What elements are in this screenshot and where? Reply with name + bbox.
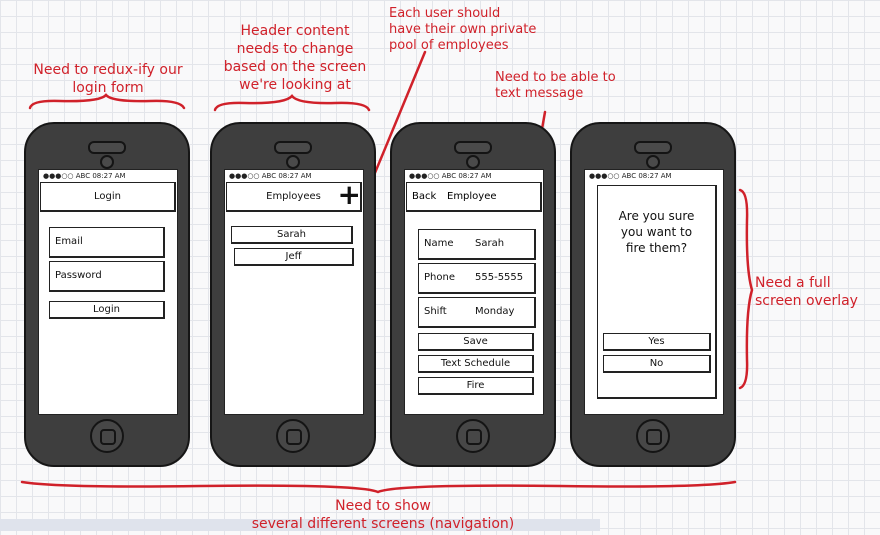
password-field[interactable]: Password bbox=[49, 261, 165, 292]
confirm-message: Are you sure you want to fire them? bbox=[618, 209, 695, 255]
status-bar: ●●●○○ ABC 08:27 AM bbox=[43, 172, 126, 180]
annotation-redux: Need to redux-ify our login form bbox=[33, 62, 183, 96]
brace-overlay bbox=[738, 188, 754, 390]
annotation-overlay: Need a full screen overlay bbox=[755, 275, 858, 309]
speaker bbox=[634, 141, 672, 154]
name-field[interactable]: Name Sarah bbox=[418, 229, 536, 260]
brace-navigation bbox=[20, 480, 737, 494]
annotation-pool: Each user should have their own private po… bbox=[389, 6, 537, 53]
phone-field[interactable]: Phone 555-5555 bbox=[418, 263, 536, 294]
phone-login: ●●●○○ ABC 08:27 AM Login Email Password … bbox=[24, 122, 190, 467]
header-login: Login bbox=[40, 182, 176, 212]
brace-employees bbox=[213, 94, 371, 112]
no-button[interactable]: No bbox=[603, 355, 711, 373]
list-item[interactable]: Jeff bbox=[234, 248, 354, 266]
header-employee: Back Employee bbox=[406, 182, 542, 212]
header-title: Employee bbox=[447, 191, 497, 202]
field-value: Monday bbox=[475, 306, 515, 317]
camera bbox=[646, 155, 660, 169]
back-button[interactable]: Back bbox=[412, 183, 436, 210]
plus-icon[interactable]: + bbox=[338, 180, 361, 210]
status-bar: ●●●○○ ABC 08:27 AM bbox=[409, 172, 492, 180]
home-button[interactable] bbox=[90, 419, 124, 453]
field-value: 555-5555 bbox=[475, 272, 524, 283]
header-employees: Employees + bbox=[226, 180, 362, 212]
field-label: Shift bbox=[424, 306, 447, 317]
home-button[interactable] bbox=[456, 419, 490, 453]
text-schedule-button[interactable]: Text Schedule bbox=[418, 355, 534, 373]
list-item[interactable]: Sarah bbox=[231, 226, 353, 244]
field-label: Name bbox=[424, 238, 454, 249]
home-button[interactable] bbox=[636, 419, 670, 453]
screen-confirm-overlay: ●●●○○ ABC 08:27 AM Are you sure you want… bbox=[584, 169, 724, 415]
status-bar: ●●●○○ ABC 08:27 AM bbox=[589, 172, 672, 180]
yes-button[interactable]: Yes bbox=[603, 333, 711, 351]
speaker bbox=[274, 141, 312, 154]
field-label: Phone bbox=[424, 272, 455, 283]
phone-employees: ●●●○○ ABC 08:27 AM Employees + Sarah Jef… bbox=[210, 122, 376, 467]
annotation-text-message: Need to be able to text message bbox=[495, 70, 616, 101]
phone-confirm-overlay: ●●●○○ ABC 08:27 AM Are you sure you want… bbox=[570, 122, 736, 467]
password-label: Password bbox=[55, 270, 102, 281]
email-field[interactable]: Email bbox=[49, 227, 165, 258]
save-button[interactable]: Save bbox=[418, 333, 534, 351]
camera bbox=[466, 155, 480, 169]
screen-employee-detail: ●●●○○ ABC 08:27 AM Back Employee Name Sa… bbox=[404, 169, 544, 415]
speaker bbox=[454, 141, 492, 154]
speaker bbox=[88, 141, 126, 154]
annotation-header: Header content needs to change based on t… bbox=[223, 23, 367, 93]
shift-field[interactable]: Shift Monday bbox=[418, 297, 536, 328]
annotation-navigation: Need to show several different screens (n… bbox=[251, 498, 515, 532]
home-button[interactable] bbox=[276, 419, 310, 453]
phone-employee-detail: ●●●○○ ABC 08:27 AM Back Employee Name Sa… bbox=[390, 122, 556, 467]
screen-employees: ●●●○○ ABC 08:27 AM Employees + Sarah Jef… bbox=[224, 169, 364, 415]
camera bbox=[100, 155, 114, 169]
login-button[interactable]: Login bbox=[49, 301, 165, 319]
email-label: Email bbox=[55, 236, 83, 247]
camera bbox=[286, 155, 300, 169]
field-value: Sarah bbox=[475, 238, 505, 249]
screen-login: ●●●○○ ABC 08:27 AM Login Email Password … bbox=[38, 169, 178, 415]
header-title: Login bbox=[94, 191, 121, 202]
fire-button[interactable]: Fire bbox=[418, 377, 534, 395]
